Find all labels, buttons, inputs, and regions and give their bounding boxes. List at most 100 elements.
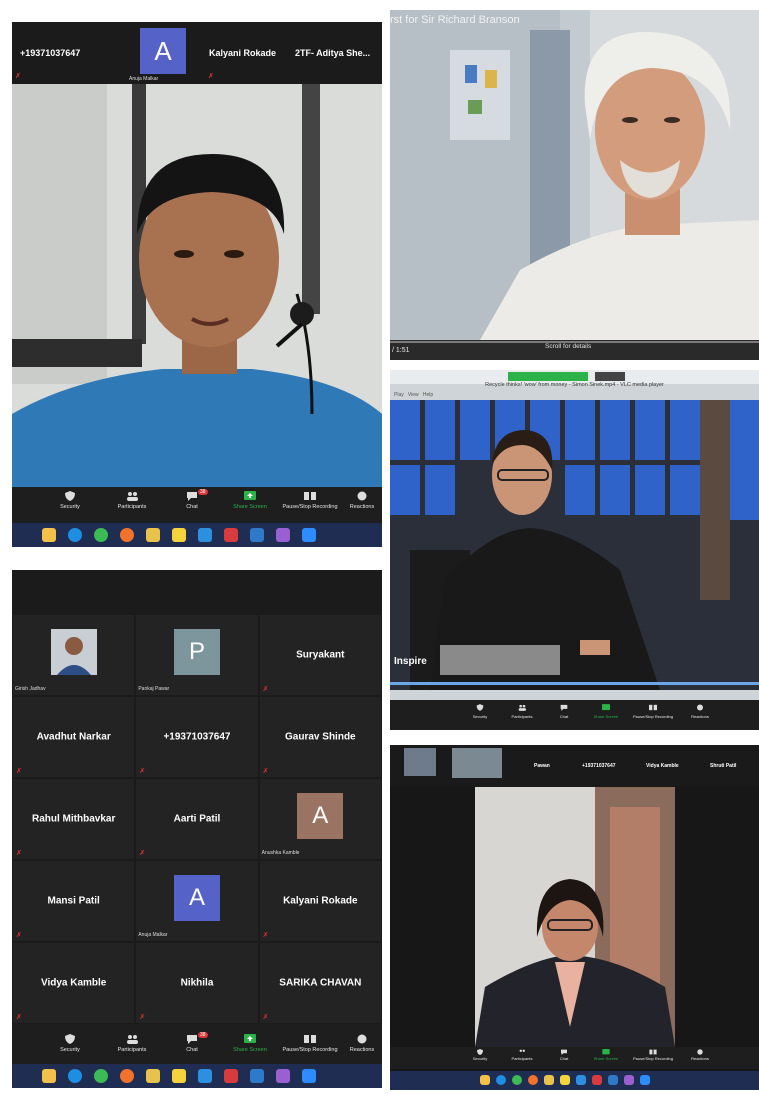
avatar: A [297, 793, 344, 839]
chat-icon [187, 492, 197, 501]
toolbar-label: Pause/Stop Recording [632, 714, 674, 719]
windows-taskbar [390, 1071, 759, 1090]
security-button[interactable]: Security [460, 704, 500, 719]
pause-stop-recording-button[interactable]: Pause/Stop Recording [628, 1049, 678, 1061]
participant-tile[interactable]: Kalyani Rokade ✗ [259, 861, 381, 941]
share-screen-button[interactable]: Share Screen [220, 1034, 280, 1053]
teams-icon[interactable] [624, 1075, 634, 1085]
explorer-icon[interactable] [146, 1069, 160, 1083]
chat-button[interactable]: Chat [544, 1049, 584, 1061]
security-button[interactable]: Security [40, 491, 100, 510]
chrome-icon[interactable] [94, 1069, 108, 1083]
share-screen-button[interactable]: Share Screen [220, 491, 280, 510]
participant-tile[interactable]: Girish Jadhav [13, 615, 135, 695]
edge-icon[interactable] [496, 1075, 506, 1085]
office-icon[interactable] [592, 1075, 602, 1085]
zoom-icon[interactable] [302, 1069, 316, 1083]
participant-tile[interactable]: Mansi Patil ✗ [13, 861, 135, 941]
toolbar-label: Chat [559, 1056, 569, 1061]
participant-tile[interactable]: Aarti Patil ✗ [136, 779, 258, 859]
sticky-notes-icon[interactable] [172, 1069, 186, 1083]
store-icon[interactable] [42, 528, 56, 542]
more-options-button[interactable] [595, 372, 625, 381]
participant-name: Kalyani Rokade [209, 48, 277, 58]
chrome-icon[interactable] [512, 1075, 522, 1085]
scroll-hint[interactable]: Scroll for details [545, 343, 591, 350]
chrome-icon[interactable] [94, 528, 108, 542]
pause-stop-recording-button[interactable]: Pause/Stop Recording [628, 704, 678, 719]
participant-photo[interactable] [452, 748, 502, 778]
store-icon[interactable] [480, 1075, 490, 1085]
vlc-player-window: Recycle thinks! 'wow' from money - Simon… [390, 370, 759, 730]
pause-stop-recording-button[interactable]: Pause/Stop Recording [280, 491, 340, 510]
menu-view[interactable]: View [408, 392, 419, 398]
participant-tile[interactable]: 2TF- Aditya She... [295, 22, 382, 84]
reactions-button[interactable]: Reactions [342, 1034, 382, 1053]
sticky-notes-icon[interactable] [560, 1075, 570, 1085]
participant-tile[interactable]: P Pankaj Pawar [136, 615, 258, 695]
participant-tile[interactable]: Avadhut Narkar ✗ [13, 697, 135, 777]
participant-tile[interactable]: Rahul Mithbavkar ✗ [13, 779, 135, 859]
settings-icon[interactable] [576, 1075, 586, 1085]
firefox-icon[interactable] [528, 1075, 538, 1085]
settings-icon[interactable] [198, 528, 212, 542]
participant-name: Pawan [534, 763, 550, 769]
pause-stop-recording-button[interactable]: Pause/Stop Recording [280, 1034, 340, 1053]
chat-button[interactable]: Chat 38 [162, 1032, 222, 1053]
participants-icon [127, 1035, 138, 1044]
participant-photo[interactable] [404, 748, 436, 776]
menu-play[interactable]: Play [394, 392, 404, 398]
edge-icon[interactable] [68, 528, 82, 542]
participant-tile[interactable]: A Anushka Kamble [259, 779, 381, 859]
zoom-icon[interactable] [302, 528, 316, 542]
mail-icon[interactable] [250, 1069, 264, 1083]
avatar: A [140, 28, 186, 74]
participant-tile[interactable]: A Anuja Malkar [127, 22, 205, 84]
edge-icon[interactable] [68, 1069, 82, 1083]
chat-button[interactable]: Chat 38 [162, 489, 222, 510]
security-button[interactable]: Security [40, 1034, 100, 1053]
participant-tile[interactable]: +19371037647 ✗ [12, 22, 127, 84]
settings-icon[interactable] [198, 1069, 212, 1083]
participants-button[interactable]: Participants [502, 1049, 542, 1061]
toolbar-label: Security [472, 1056, 488, 1061]
chat-button[interactable]: Chat [544, 704, 584, 719]
participants-icon [127, 492, 138, 501]
mail-icon[interactable] [608, 1075, 618, 1085]
zoom-icon[interactable] [640, 1075, 650, 1085]
avatar: A [173, 875, 220, 921]
sticky-notes-icon[interactable] [172, 528, 186, 542]
participant-tile[interactable]: Nikhila ✗ [136, 943, 258, 1023]
participant-tile[interactable]: Gaurav Shinde ✗ [259, 697, 381, 777]
reactions-button[interactable]: Reactions [680, 1049, 720, 1061]
explorer-icon[interactable] [544, 1075, 554, 1085]
menu-help[interactable]: Help [423, 392, 433, 398]
participants-button[interactable]: Participants [502, 704, 542, 719]
reactions-button[interactable]: Reactions [342, 491, 382, 510]
teams-icon[interactable] [276, 1069, 290, 1083]
participants-button[interactable]: Participants [102, 491, 162, 510]
participants-button[interactable]: Participants [102, 1034, 162, 1053]
explorer-icon[interactable] [146, 528, 160, 542]
office-icon[interactable] [224, 528, 238, 542]
participant-tile[interactable]: Suryakant ✗ [259, 615, 381, 695]
mail-icon[interactable] [250, 528, 264, 542]
security-button[interactable]: Security [460, 1049, 500, 1061]
share-screen-button[interactable]: Share Screen [586, 704, 626, 719]
share-screen-button[interactable]: Share Screen [586, 1049, 626, 1061]
office-icon[interactable] [224, 1069, 238, 1083]
store-icon[interactable] [42, 1069, 56, 1083]
toolbar-label: Security [60, 1047, 80, 1053]
participant-tile[interactable]: Vidya Kamble ✗ [13, 943, 135, 1023]
firefox-icon[interactable] [120, 1069, 134, 1083]
avatar: P [173, 629, 220, 675]
participant-tile[interactable]: +19371037647 ✗ [136, 697, 258, 777]
participant-name: Avadhut Narkar [36, 731, 111, 743]
participant-tile[interactable]: Kalyani Rokade ✗ [205, 22, 295, 84]
participant-tile[interactable]: A Anuja Malkar [136, 861, 258, 941]
participant-tile[interactable]: SARIKA CHAVAN ✗ [259, 943, 381, 1023]
reactions-button[interactable]: Reactions [680, 704, 720, 719]
teams-icon[interactable] [276, 528, 290, 542]
chat-icon [187, 1035, 197, 1044]
firefox-icon[interactable] [120, 528, 134, 542]
